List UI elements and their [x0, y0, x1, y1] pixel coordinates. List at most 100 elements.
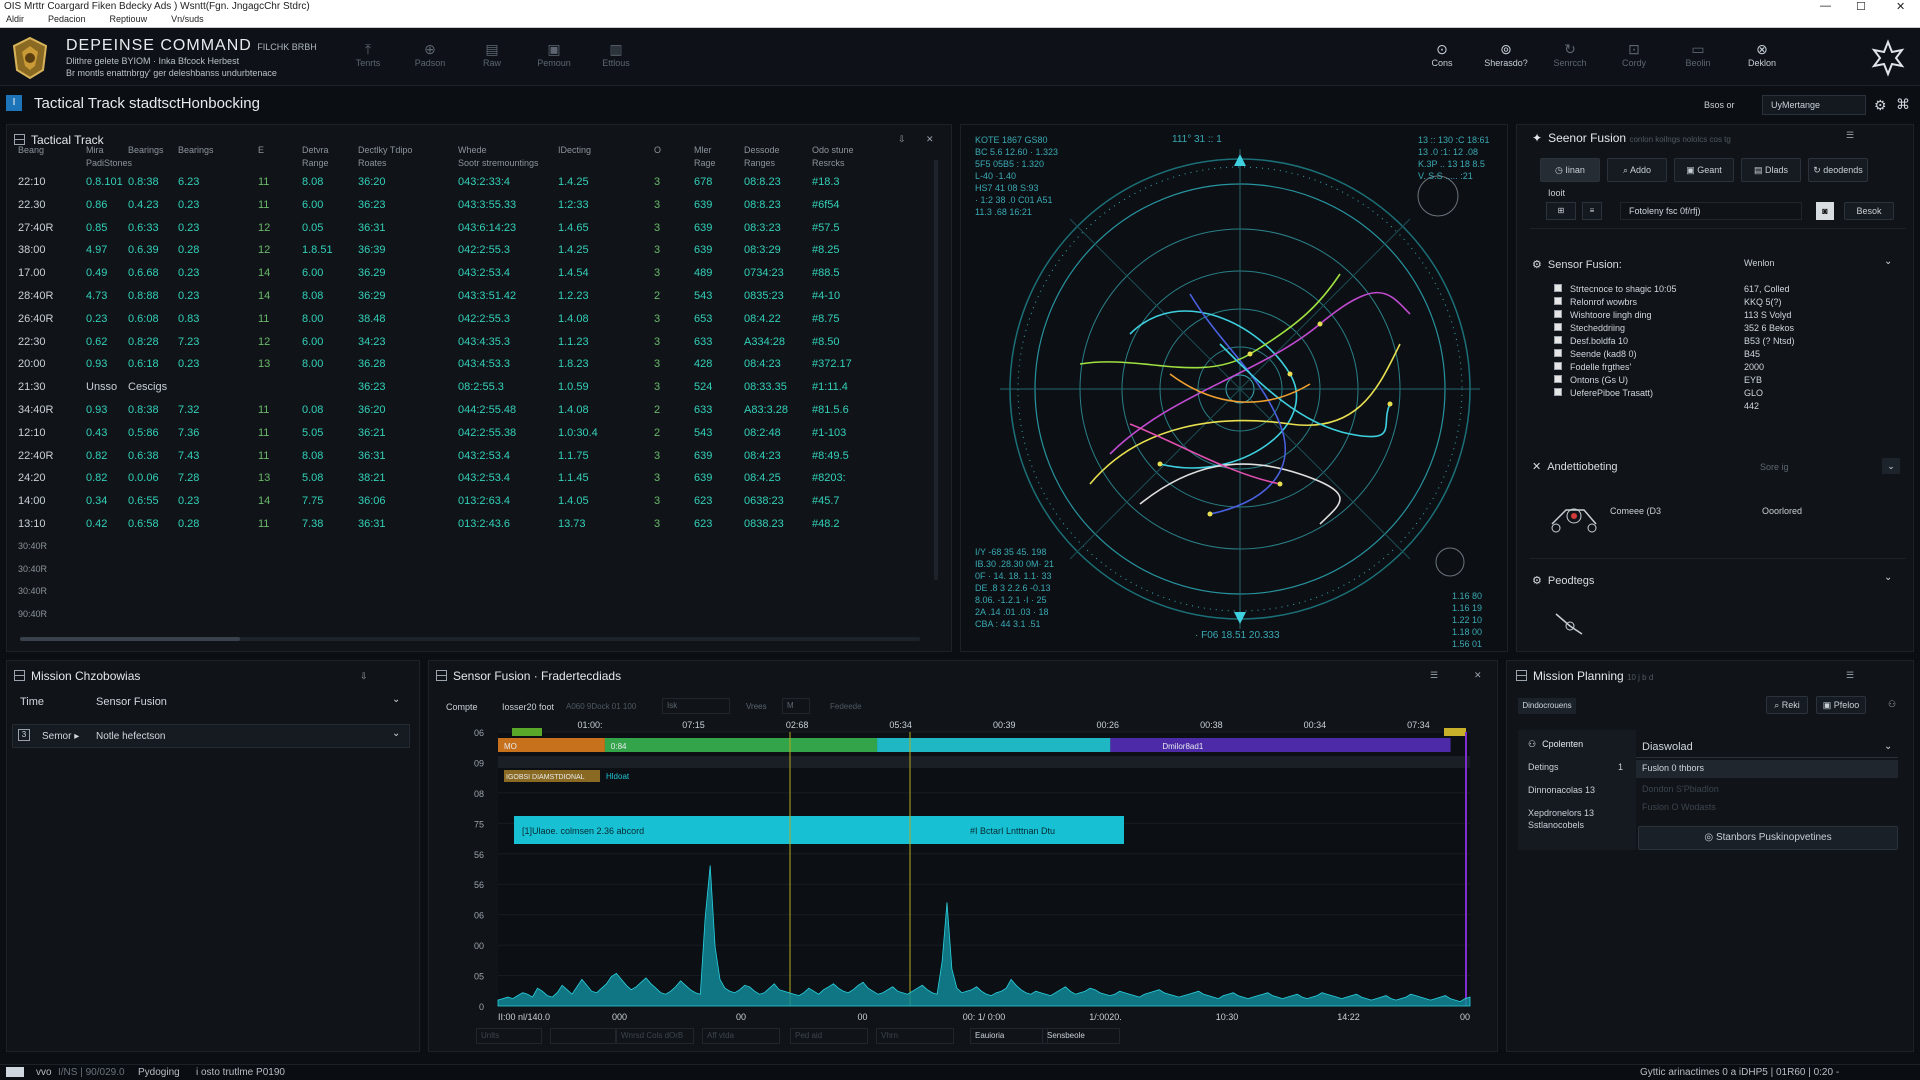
panel-menu-icon[interactable]: ☰: [1846, 130, 1854, 141]
menu-item[interactable]: Vn/suds: [171, 14, 204, 27]
toolbar-button-r0[interactable]: ⊙ Cons: [1412, 40, 1472, 68]
checkbox[interactable]: [1554, 284, 1562, 292]
table-row[interactable]: 21:30 Unsso Cescigs 36:23 08:2:55.3 1.0.59 3 52…: [18, 381, 938, 401]
table-row[interactable]: 34:40R 0.93 0.8:38 7.32 11 0.08 36:20 044:2:55.…: [18, 404, 938, 424]
select-option-2[interactable]: Dondon S'Pbiadlon: [1642, 784, 1719, 794]
checkbox[interactable]: [1554, 362, 1562, 370]
checklist-item[interactable]: Fodelle frgthes' 2000: [1554, 362, 1894, 375]
track-h-scrollbar[interactable]: [20, 637, 920, 641]
panel-close-icon[interactable]: ✕: [926, 134, 934, 145]
toolbar-button-3[interactable]: ▣ Pemoun: [524, 40, 584, 68]
track-v-scrollbar[interactable]: [934, 160, 938, 580]
toolbar-button-r2[interactable]: ↻ Senrcch: [1540, 40, 1600, 68]
footer-control-4[interactable]: Ped aid: [790, 1028, 868, 1044]
pfeloo-button[interactable]: ▣ Pfeloo: [1816, 696, 1866, 714]
fusion-section-title[interactable]: ⚙ Sensor Fusion:: [1532, 258, 1622, 271]
filter-chip[interactable]: Dindocrouens: [1518, 698, 1576, 714]
tab-2[interactable]: ▣ Geant: [1674, 158, 1734, 182]
table-row[interactable]: 12:10 0.43 0.5:86 7.36 11 5.05 36:21 042:2:55.3…: [18, 427, 938, 447]
start-action-button[interactable]: ◎ Stanbors Puskinopvetines: [1638, 826, 1898, 850]
checklist-item[interactable]: Ontons (Gs U) EYB: [1554, 375, 1894, 388]
table-row[interactable]: 22:30 0.62 0.8:28 7.23 12 6.00 34:23 043:4:35.3…: [18, 336, 938, 356]
toolbar-button-4[interactable]: ▥ Ettlous: [586, 40, 646, 68]
chevron-down-icon[interactable]: ⌄: [1884, 741, 1892, 752]
toolbar-button-r4[interactable]: ▭ Beolin: [1668, 40, 1728, 68]
col-header[interactable]: IDecting: [558, 144, 648, 157]
mission-list-item[interactable]: Xepdronelors 13 Sstlanocobels: [1528, 807, 1632, 831]
menu-item[interactable]: Reptiouw: [110, 14, 148, 27]
book-button[interactable]: Besok: [1844, 202, 1894, 220]
mission-list-item[interactable]: Detings 1: [1528, 761, 1632, 773]
reki-button[interactable]: ⌕ Reki: [1766, 696, 1808, 714]
checkbox[interactable]: [1554, 388, 1562, 396]
toolbar-button-r5[interactable]: ⊗ Deklon: [1732, 40, 1792, 68]
toolbar-button-r3[interactable]: ⊡ Cordy: [1604, 40, 1664, 68]
tab-3[interactable]: ▤ Dlads: [1741, 158, 1801, 182]
timeline-ctrl-c[interactable]: Isk: [662, 698, 730, 714]
checkbox[interactable]: [1554, 375, 1562, 383]
anti-section-title[interactable]: ✕ Andettiobeting: [1532, 460, 1618, 473]
user-icon[interactable]: ⚇: [1888, 699, 1896, 710]
toolbar-button-1[interactable]: ⊕ Padson: [400, 40, 460, 68]
table-row[interactable]: 22:10 0.8.101 0.8:38 6.23 11 8.08 36:20 043:2:3…: [18, 176, 938, 196]
checklist-item[interactable]: Wishtoore lingh ding 113 S Volyd: [1554, 310, 1894, 323]
checkbox[interactable]: [1554, 310, 1562, 318]
anti-dropdown-icon[interactable]: ⌄: [1882, 458, 1900, 474]
mode-toggle[interactable]: ⊞: [1546, 202, 1576, 220]
col-header[interactable]: Odo stune Resrcks: [812, 144, 902, 170]
table-row[interactable]: 14:00 0.34 0.6:55 0.23 14 7.75 36:06 013:2:63.4…: [18, 495, 938, 515]
toolbar-button-0[interactable]: ⤒ Tenrts: [338, 40, 398, 68]
pin-icon[interactable]: ⇩: [360, 671, 368, 682]
checklist-item[interactable]: UeferePiboe Trasatt) GLO: [1554, 388, 1894, 401]
table-row[interactable]: 22.30 0.86 0.4.23 0.23 11 6.00 36:23 043:3:55.3…: [18, 199, 938, 219]
chevron-down-icon[interactable]: ⌄: [1884, 256, 1892, 267]
table-row[interactable]: 22:40R 0.82 0.6:38 7.43 11 8.08 36:31 043:2:53.…: [18, 450, 938, 470]
checklist-item[interactable]: Strtecnoce to shagic 10:05 617, Colled: [1554, 284, 1894, 297]
table-row[interactable]: 28:40R 4.73 0.8:88 0.23 14 8.08 36:29 043:3:51.…: [18, 290, 938, 310]
footer-control-1[interactable]: [550, 1028, 616, 1044]
checkbox[interactable]: [1554, 297, 1562, 305]
settings-icon[interactable]: ⚙: [1874, 97, 1887, 114]
tab-4[interactable]: ↻ deodends: [1808, 158, 1868, 182]
toolbar-button-2[interactable]: ▤ Raw: [462, 40, 522, 68]
footer-control-5[interactable]: Vhrn: [876, 1028, 954, 1044]
checklist-item[interactable]: 442: [1554, 401, 1894, 414]
track-segment[interactable]: [604, 738, 878, 752]
chevron-down-icon[interactable]: ⌄: [1884, 572, 1892, 583]
footer-control-6[interactable]: Eauioria: [970, 1028, 1048, 1044]
fusion-input[interactable]: Fotoleny fsc 0f/rfj): [1620, 202, 1802, 220]
footer-control-3[interactable]: Aff vtda: [702, 1028, 780, 1044]
select-option-3[interactable]: Fuslon O Wodasts: [1642, 802, 1716, 812]
chevron-down-icon[interactable]: ⌄: [392, 728, 400, 739]
checklist-item[interactable]: Seende (kad8 0) B45: [1554, 349, 1894, 362]
mission-list-item[interactable]: ⚇ Cpolenten: [1528, 738, 1632, 750]
menu-item[interactable]: Pedacion: [48, 14, 86, 27]
table-row[interactable]: 13:10 0.42 0.6:58 0.28 11 7.38 36:31 013:2:43.6…: [18, 518, 938, 538]
table-row[interactable]: 26:40R 0.23 0.6:08 0.83 11 8.00 38.48 042:2:55.…: [18, 313, 938, 333]
table-row[interactable]: 38:00 4.97 0.6.39 0.28 12 1.8.51 36:39 042:2:55…: [18, 244, 938, 264]
col-header[interactable]: Whede Sootr stremountings: [458, 144, 548, 170]
timeline-ctrl-value[interactable]: Iosser20 foot: [502, 702, 554, 712]
tab-1[interactable]: ⌕ Addo: [1607, 158, 1667, 182]
track-segment[interactable]: [877, 738, 1111, 752]
maximize-icon[interactable]: ☐: [1856, 0, 1866, 13]
panel-menu-icon[interactable]: ☰: [1846, 670, 1854, 681]
tab-0[interactable]: ◷ Iinan: [1540, 158, 1600, 182]
chevron-down-icon[interactable]: ⌄: [392, 694, 400, 705]
footer-control-7[interactable]: Sensbeole: [1042, 1028, 1120, 1044]
col-header[interactable]: Bearings: [178, 144, 268, 157]
plan-select[interactable]: Diaswolad: [1636, 738, 1898, 758]
peo-section-title[interactable]: ⚙ Peodtegs: [1532, 574, 1594, 587]
minimize-icon[interactable]: —: [1820, 0, 1831, 12]
toolbar-button-r1[interactable]: ⊚ Sherasdo?: [1476, 40, 1536, 68]
checkbox[interactable]: [1554, 336, 1562, 344]
panel-close-icon[interactable]: ✕: [1474, 670, 1482, 681]
timeline-ctrl-e[interactable]: M: [782, 698, 810, 714]
footer-control-2[interactable]: Wnrsd Cols dOrB: [616, 1028, 694, 1044]
timeline-chart[interactable]: 06 09 08 75 56 56 06 00 05 0 01:00: 07:15 02:68 05:34…: [440, 718, 1490, 1028]
range-select[interactable]: UyMertange: [1762, 95, 1866, 115]
col-header[interactable]: Dectlky Tdipo Roates: [358, 144, 448, 170]
checklist-item[interactable]: Relonrof wowbrs KKQ 5(?): [1554, 297, 1894, 310]
select-option-1[interactable]: Fuslon 0 thbors: [1636, 760, 1898, 778]
menu-item[interactable]: Aldir: [6, 14, 24, 27]
